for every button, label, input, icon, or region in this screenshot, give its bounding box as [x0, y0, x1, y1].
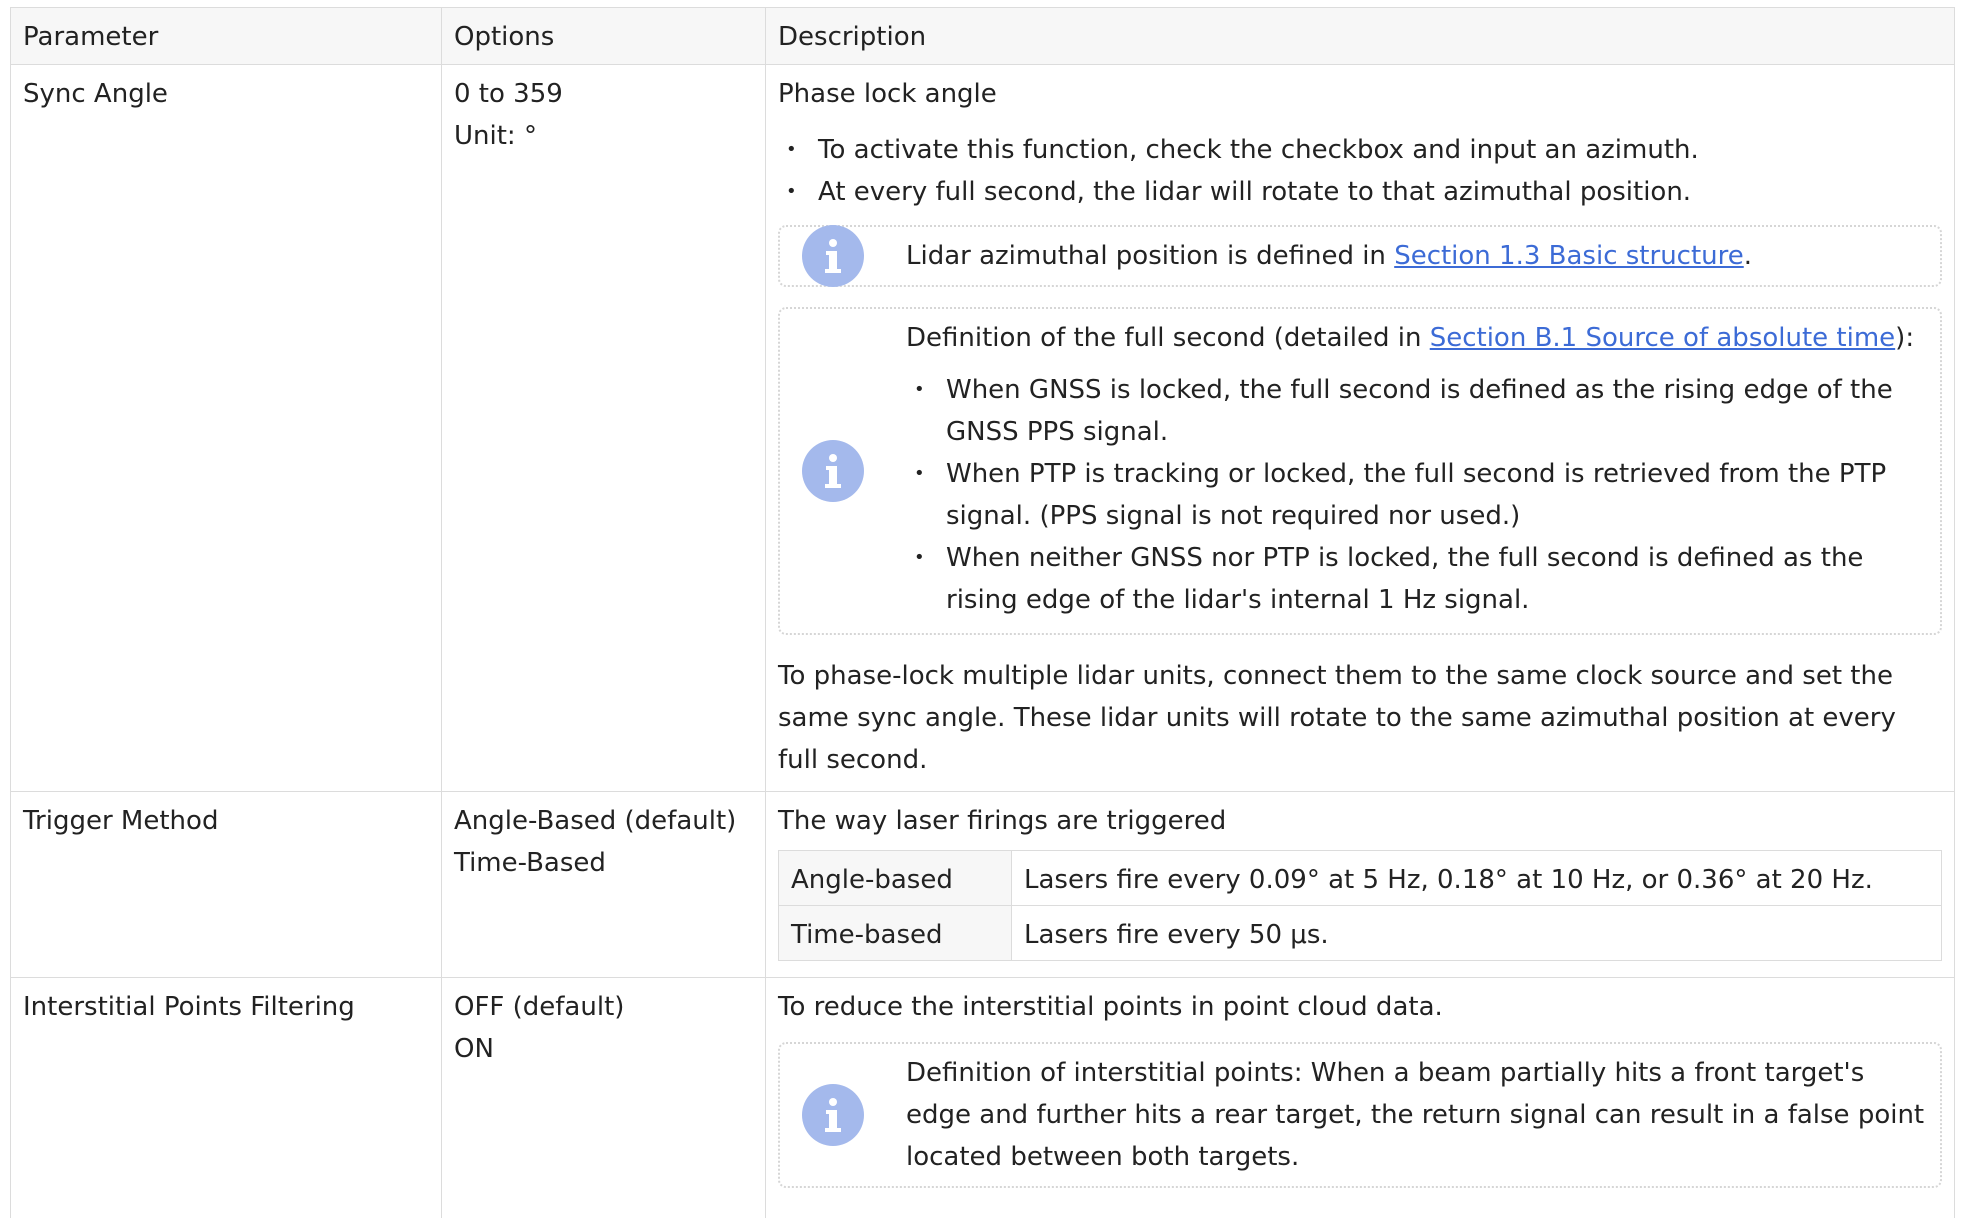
description-cell: To reduce the interstitial points in poi…	[765, 977, 1955, 1218]
page: Parameter Options Description Sync Angle…	[0, 0, 1961, 1230]
parameter-cell: Sync Angle	[10, 64, 442, 792]
list-item: To activate this function, check the che…	[778, 129, 1942, 171]
note-heading: Definition of the full second (detailed …	[906, 317, 1926, 359]
parameter-cell: Trigger Method	[10, 791, 442, 978]
header-options: Options	[441, 7, 766, 65]
table-row-interstitial-filtering: Interstitial Points Filtering OFF (defau…	[10, 977, 1955, 1218]
description-footer: To phase-lock multiple lidar units, conn…	[778, 661, 1896, 775]
table-row: Angle-based Lasers fire every 0.09° at 5…	[778, 850, 1942, 906]
note-text: Definition of the full second (detailed …	[906, 323, 1430, 353]
info-icon	[802, 1084, 864, 1146]
description-cell: The way laser firings are triggered Angl…	[765, 791, 1955, 978]
description-title: The way laser firings are triggered	[778, 806, 1227, 836]
info-icon	[802, 225, 864, 287]
parameter-cell: Interstitial Points Filtering	[10, 977, 442, 1218]
table-row-sync-angle: Sync Angle 0 to 359 Unit: ° Phase lock a…	[10, 64, 1955, 792]
list-item: When neither GNSS nor PTP is locked, the…	[906, 537, 1926, 621]
info-note: Definition of interstitial points: When …	[778, 1042, 1942, 1188]
info-note: Lidar azimuthal position is defined in S…	[778, 225, 1942, 287]
section-link[interactable]: Section 1.3 Basic structure	[1394, 241, 1744, 271]
header-parameter: Parameter	[10, 7, 442, 65]
option-value: Angle-Based (default)	[454, 806, 737, 836]
trigger-mode-table: Angle-based Lasers fire every 0.09° at 5…	[778, 850, 1942, 961]
parameters-table: Parameter Options Description Sync Angle…	[10, 7, 1955, 1218]
mode-name: Time-based	[778, 905, 1012, 961]
table-row-trigger-method: Trigger Method Angle-Based (default) Tim…	[10, 791, 1955, 978]
section-link[interactable]: Section B.1 Source of absolute time	[1430, 323, 1895, 353]
note-text: ):	[1895, 323, 1915, 353]
bullet-list: When GNSS is locked, the full second is …	[906, 369, 1926, 621]
option-value: ON	[454, 1034, 494, 1064]
option-value: 0 to 359	[454, 79, 563, 109]
option-value: OFF (default)	[454, 992, 625, 1022]
info-icon	[802, 440, 864, 502]
options-cell: OFF (default) ON	[441, 977, 766, 1218]
description-cell: Phase lock angle To activate this functi…	[765, 64, 1955, 792]
table-header-row: Parameter Options Description	[10, 7, 1955, 65]
list-item: At every full second, the lidar will rot…	[778, 171, 1942, 213]
mode-description: Lasers fire every 0.09° at 5 Hz, 0.18° a…	[1011, 850, 1942, 906]
note-text: Lidar azimuthal position is defined in	[906, 241, 1395, 271]
description-title: To reduce the interstitial points in poi…	[778, 992, 1443, 1022]
list-item: When PTP is tracking or locked, the full…	[906, 453, 1926, 537]
table-row: Time-based Lasers fire every 50 μs.	[778, 905, 1942, 961]
list-item: When GNSS is locked, the full second is …	[906, 369, 1926, 453]
note-text: .	[1743, 241, 1753, 271]
note-text: Definition of interstitial points: When …	[906, 1058, 1925, 1172]
options-cell: Angle-Based (default) Time-Based	[441, 791, 766, 978]
options-cell: 0 to 359 Unit: °	[441, 64, 766, 792]
bullet-list: To activate this function, check the che…	[778, 129, 1942, 213]
header-description: Description	[765, 7, 1955, 65]
mode-name: Angle-based	[778, 850, 1012, 906]
option-value: Time-Based	[454, 848, 606, 878]
mode-description: Lasers fire every 50 μs.	[1011, 905, 1942, 961]
option-value: Unit: °	[454, 121, 537, 151]
info-note: Definition of the full second (detailed …	[778, 307, 1942, 635]
description-title: Phase lock angle	[778, 79, 997, 109]
